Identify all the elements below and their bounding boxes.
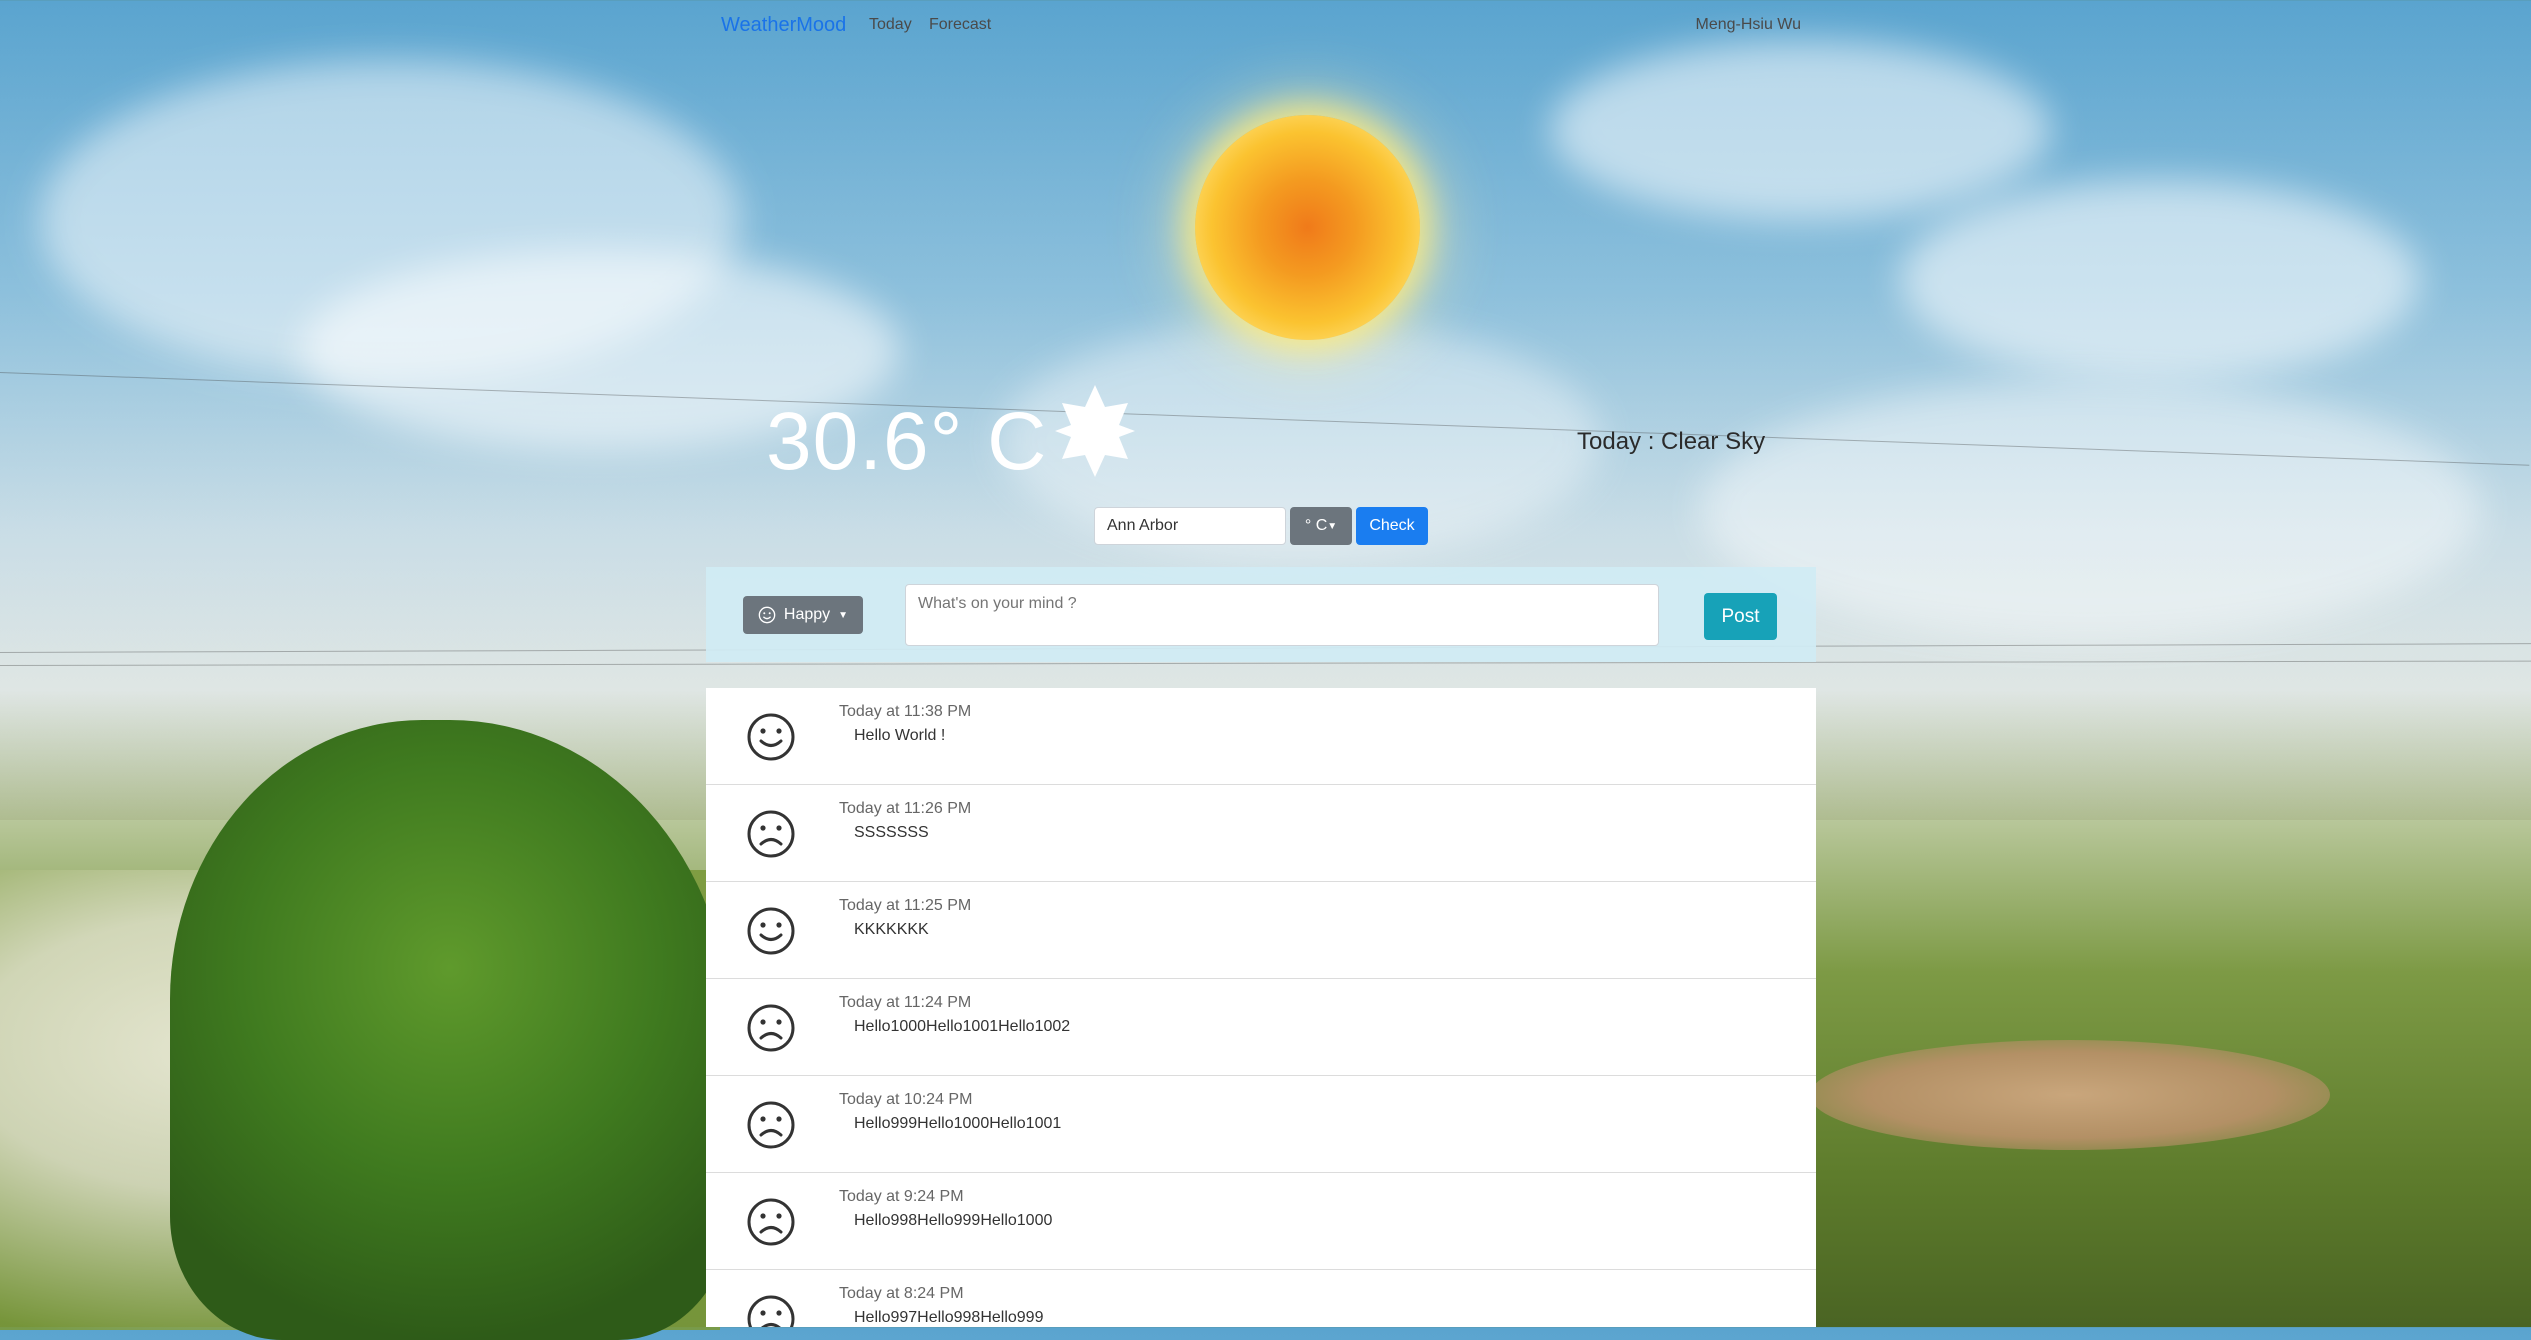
post-timestamp: Today at 10:24 PM xyxy=(839,1091,973,1108)
temperature-display: 30.6° C xyxy=(766,396,1048,487)
post-item: Today at 8:24 PM Hello997Hello998Hello999 xyxy=(706,1270,1816,1327)
sun-star-icon xyxy=(1055,385,1135,477)
post-textarea[interactable] xyxy=(905,584,1659,646)
post-item: Today at 11:26 PM SSSSSSS xyxy=(706,785,1816,882)
unit-label: ° C xyxy=(1304,517,1328,534)
frown-face-icon xyxy=(747,1004,795,1052)
weather-summary: Today : Clear Sky xyxy=(1577,428,1766,455)
post-timestamp: Today at 11:26 PM xyxy=(839,800,972,817)
post-item: Today at 11:25 PM KKKKKKK xyxy=(706,882,1816,979)
post-timestamp: Today at 8:24 PM xyxy=(839,1285,964,1302)
post-timestamp: Today at 11:24 PM xyxy=(839,994,972,1011)
user-name-link[interactable]: Meng-Hsiu Wu xyxy=(1695,16,1801,34)
smiley-face-icon xyxy=(747,907,795,955)
post-text: Hello World ! xyxy=(854,727,946,744)
mood-dropdown-button[interactable]: Happy ▼ xyxy=(743,596,863,634)
post-text: Hello999Hello1000Hello1001 xyxy=(854,1115,1062,1132)
mood-label: Happy xyxy=(783,606,831,623)
post-text: KKKKKKK xyxy=(854,921,929,938)
post-list: Today at 11:38 PM Hello World ! Today at 1… xyxy=(706,688,1816,1327)
post-item: Today at 10:24 PM Hello999Hello1000Hello1… xyxy=(706,1076,1816,1173)
frown-face-icon xyxy=(747,1101,795,1149)
mood-composer: Happy ▼ Post xyxy=(706,567,1816,662)
post-item: Today at 11:38 PM Hello World ! xyxy=(706,688,1816,785)
smiley-icon xyxy=(758,606,776,624)
post-text: SSSSSSS xyxy=(854,824,929,841)
unit-dropdown-button[interactable]: ° C ▼ xyxy=(1290,507,1352,545)
caret-down-icon: ▼ xyxy=(838,609,849,621)
smiley-face-icon xyxy=(747,713,795,761)
post-timestamp: Today at 11:25 PM xyxy=(839,897,972,914)
post-item: Today at 9:24 PM Hello998Hello999Hello100… xyxy=(706,1173,1816,1270)
frown-face-icon xyxy=(747,1198,795,1246)
caret-down-icon: ▼ xyxy=(1327,520,1338,532)
post-text: Hello998Hello999Hello1000 xyxy=(854,1212,1053,1229)
nav-link-forecast[interactable]: Forecast xyxy=(929,16,991,34)
post-timestamp: Today at 9:24 PM xyxy=(839,1188,964,1205)
post-text: Hello997Hello998Hello999 xyxy=(854,1309,1044,1326)
post-button[interactable]: Post xyxy=(1704,593,1777,640)
post-item: Today at 11:24 PM Hello1000Hello1001Hello… xyxy=(706,979,1816,1076)
post-timestamp: Today at 11:38 PM xyxy=(839,703,972,720)
navbar: WeatherMood Today Forecast Meng-Hsiu Wu xyxy=(721,0,1811,52)
city-input[interactable] xyxy=(1094,507,1286,545)
brand-link[interactable]: WeatherMood xyxy=(721,14,846,37)
frown-face-icon xyxy=(747,810,795,858)
post-text: Hello1000Hello1001Hello1002 xyxy=(854,1018,1071,1035)
frown-face-icon xyxy=(747,1295,795,1327)
sun-image xyxy=(1195,115,1420,340)
nav-link-today[interactable]: Today xyxy=(869,16,912,34)
check-button[interactable]: Check xyxy=(1356,507,1428,545)
